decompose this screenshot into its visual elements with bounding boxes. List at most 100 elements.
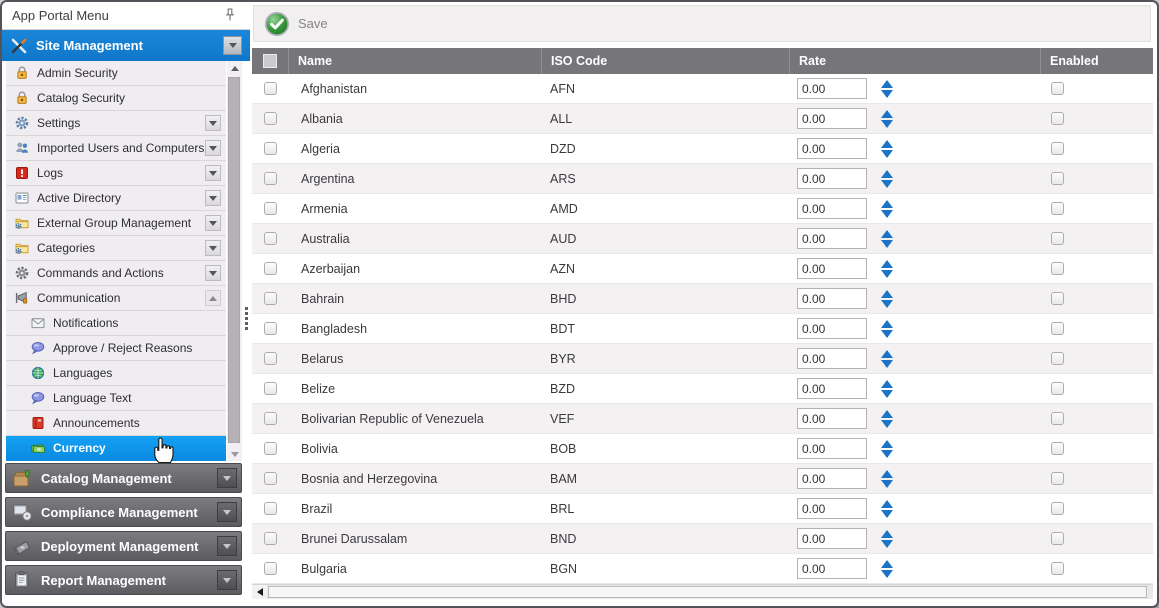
spinner-down-icon[interactable] xyxy=(881,510,893,518)
rate-input[interactable] xyxy=(797,468,867,489)
spinner-up-icon[interactable] xyxy=(881,290,893,298)
enabled-checkbox[interactable] xyxy=(1051,412,1064,425)
spinner-up-icon[interactable] xyxy=(881,380,893,388)
rate-spinner[interactable] xyxy=(881,230,893,248)
sidebar-item-approve-reject-reasons[interactable]: Approve / Reject Reasons xyxy=(6,336,226,361)
pin-icon[interactable] xyxy=(222,7,238,23)
rate-spinner[interactable] xyxy=(881,470,893,488)
sidebar-item-catalog-security[interactable]: Catalog Security xyxy=(6,86,226,111)
spinner-up-icon[interactable] xyxy=(881,230,893,238)
sidebar-section-catalog-management[interactable]: Catalog Management xyxy=(5,463,242,493)
rate-input[interactable] xyxy=(797,558,867,579)
enabled-checkbox[interactable] xyxy=(1051,172,1064,185)
enabled-checkbox[interactable] xyxy=(1051,352,1064,365)
enabled-checkbox[interactable] xyxy=(1051,442,1064,455)
spinner-down-icon[interactable] xyxy=(881,210,893,218)
rate-input[interactable] xyxy=(797,198,867,219)
save-button[interactable]: Save xyxy=(264,11,328,37)
rate-spinner[interactable] xyxy=(881,410,893,428)
rate-spinner[interactable] xyxy=(881,530,893,548)
enabled-checkbox[interactable] xyxy=(1051,562,1064,575)
rate-spinner[interactable] xyxy=(881,440,893,458)
enabled-checkbox[interactable] xyxy=(1051,262,1064,275)
row-checkbox[interactable] xyxy=(264,202,277,215)
rate-input[interactable] xyxy=(797,408,867,429)
rate-spinner[interactable] xyxy=(881,380,893,398)
rate-spinner[interactable] xyxy=(881,110,893,128)
section-expand-button[interactable] xyxy=(217,502,237,522)
spinner-down-icon[interactable] xyxy=(881,270,893,278)
sidebar-item-external-group-management[interactable]: External Group Management xyxy=(6,211,226,236)
column-header-iso-code[interactable]: ISO Code xyxy=(541,48,789,74)
scroll-left-button[interactable] xyxy=(252,585,267,599)
spinner-down-icon[interactable] xyxy=(881,150,893,158)
spinner-down-icon[interactable] xyxy=(881,390,893,398)
spinner-down-icon[interactable] xyxy=(881,180,893,188)
row-checkbox[interactable] xyxy=(264,82,277,95)
row-checkbox[interactable] xyxy=(264,142,277,155)
section-expand-button[interactable] xyxy=(217,570,237,590)
row-checkbox[interactable] xyxy=(264,172,277,185)
spinner-down-icon[interactable] xyxy=(881,570,893,578)
rate-input[interactable] xyxy=(797,78,867,99)
rate-spinner[interactable] xyxy=(881,200,893,218)
sidebar-item-logs[interactable]: Logs xyxy=(6,161,226,186)
rate-input[interactable] xyxy=(797,168,867,189)
spinner-down-icon[interactable] xyxy=(881,330,893,338)
rate-input[interactable] xyxy=(797,228,867,249)
spinner-down-icon[interactable] xyxy=(881,120,893,128)
spinner-up-icon[interactable] xyxy=(881,470,893,478)
sidebar-item-languages[interactable]: Languages xyxy=(6,361,226,386)
section-expand-button[interactable] xyxy=(217,468,237,488)
row-checkbox[interactable] xyxy=(264,112,277,125)
expander-button[interactable] xyxy=(205,115,221,131)
enabled-checkbox[interactable] xyxy=(1051,472,1064,485)
sidebar-section-report-management[interactable]: Report Management xyxy=(5,565,242,595)
rate-input[interactable] xyxy=(797,498,867,519)
horizontal-scrollbar[interactable] xyxy=(252,584,1153,599)
column-header-enabled[interactable]: Enabled xyxy=(1040,48,1153,74)
spinner-up-icon[interactable] xyxy=(881,560,893,568)
sidebar-item-notifications[interactable]: Notifications xyxy=(6,311,226,336)
sidebar-item-admin-security[interactable]: Admin Security xyxy=(6,61,226,86)
spinner-up-icon[interactable] xyxy=(881,200,893,208)
expander-button[interactable] xyxy=(205,290,221,306)
section-expand-button[interactable] xyxy=(217,536,237,556)
rate-spinner[interactable] xyxy=(881,170,893,188)
expander-button[interactable] xyxy=(205,265,221,281)
spinner-down-icon[interactable] xyxy=(881,300,893,308)
row-checkbox[interactable] xyxy=(264,352,277,365)
spinner-up-icon[interactable] xyxy=(881,320,893,328)
row-checkbox[interactable] xyxy=(264,382,277,395)
expander-button[interactable] xyxy=(205,240,221,256)
spinner-down-icon[interactable] xyxy=(881,540,893,548)
hscrollbar-thumb[interactable] xyxy=(268,586,1147,598)
enabled-checkbox[interactable] xyxy=(1051,202,1064,215)
select-all-checkbox[interactable] xyxy=(263,54,277,68)
scrollbar-thumb[interactable] xyxy=(228,77,240,443)
row-checkbox[interactable] xyxy=(264,472,277,485)
sidebar-item-currency[interactable]: Currency xyxy=(6,436,226,461)
rate-input[interactable] xyxy=(797,438,867,459)
spinner-up-icon[interactable] xyxy=(881,410,893,418)
row-checkbox[interactable] xyxy=(264,562,277,575)
enabled-checkbox[interactable] xyxy=(1051,292,1064,305)
splitter-grip[interactable] xyxy=(245,307,249,332)
sidebar-scrollbar[interactable] xyxy=(227,61,242,461)
spinner-up-icon[interactable] xyxy=(881,260,893,268)
sidebar-item-active-directory[interactable]: Active Directory xyxy=(6,186,226,211)
spinner-up-icon[interactable] xyxy=(881,350,893,358)
sidebar-item-categories[interactable]: Categories xyxy=(6,236,226,261)
spinner-down-icon[interactable] xyxy=(881,480,893,488)
spinner-up-icon[interactable] xyxy=(881,140,893,148)
row-checkbox[interactable] xyxy=(264,442,277,455)
spinner-up-icon[interactable] xyxy=(881,110,893,118)
sidebar-item-communication[interactable]: Communication xyxy=(6,286,226,311)
rate-input[interactable] xyxy=(797,108,867,129)
spinner-up-icon[interactable] xyxy=(881,440,893,448)
spinner-down-icon[interactable] xyxy=(881,240,893,248)
enabled-checkbox[interactable] xyxy=(1051,82,1064,95)
enabled-checkbox[interactable] xyxy=(1051,232,1064,245)
enabled-checkbox[interactable] xyxy=(1051,142,1064,155)
sidebar-item-settings[interactable]: Settings xyxy=(6,111,226,136)
